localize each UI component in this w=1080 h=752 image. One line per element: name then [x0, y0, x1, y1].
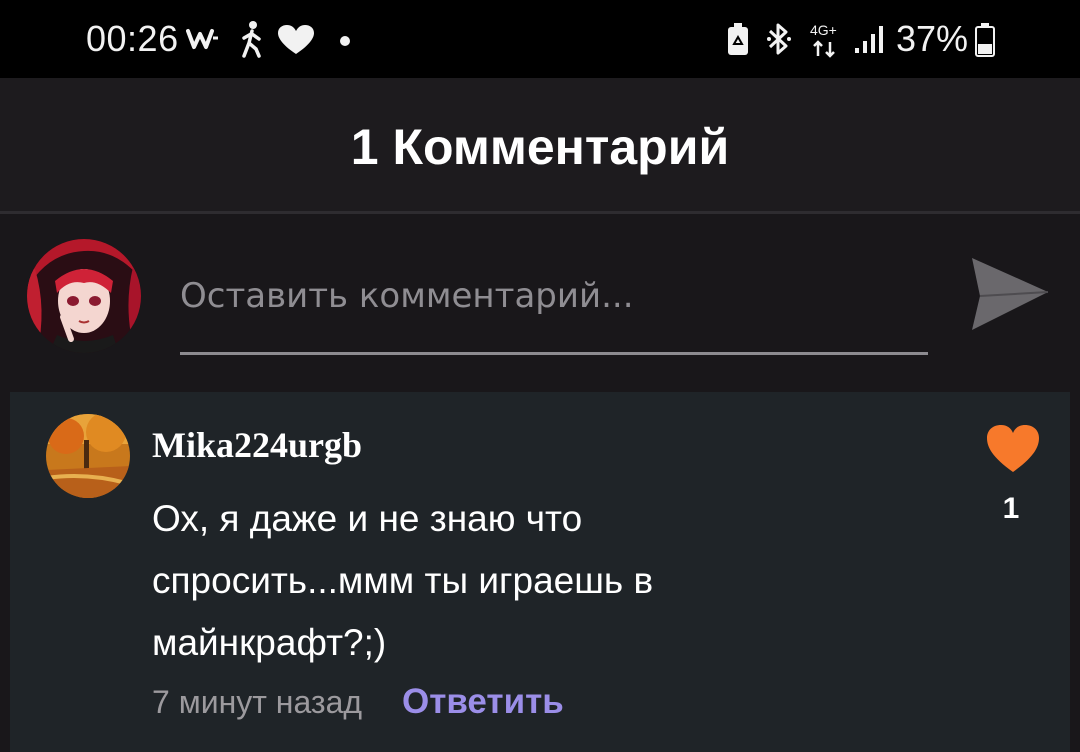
bluetooth-icon [767, 23, 791, 55]
heart-icon [987, 425, 1039, 472]
comment-input[interactable] [180, 266, 928, 326]
comment-text: Ох, я даже и не знаю что спросить...ммм … [152, 498, 654, 663]
dot-icon [340, 36, 350, 46]
status-time: 00:26 [86, 18, 179, 59]
send-icon [972, 258, 1049, 330]
user-avatar-image [27, 239, 141, 353]
input-underline [180, 352, 928, 355]
comment-item: Mika224urgb Ох, я даже и не знаю что спр… [10, 392, 1070, 752]
comments-header: 1 Комментарий [0, 78, 1080, 211]
battery-icon [975, 23, 995, 57]
commenter-avatar-image [46, 414, 130, 498]
send-button[interactable] [966, 254, 1052, 334]
reply-button[interactable]: Ответить [402, 682, 564, 722]
comment-composer [0, 214, 1080, 392]
battery-saver-icon [728, 23, 748, 55]
status-bar: 00:26 4G+ 37% [0, 0, 1080, 78]
network-4g-icon: 4G+ [810, 22, 837, 58]
comment-author[interactable]: Mika224urgb [152, 424, 362, 466]
webtoon-w-icon [186, 29, 218, 49]
avatar [27, 239, 141, 353]
signal-icon [855, 26, 883, 53]
like-button[interactable] [986, 424, 1040, 474]
avatar[interactable] [46, 414, 130, 498]
network-label: 4G+ [810, 22, 837, 38]
comment-timestamp: 7 минут назад [152, 684, 363, 720]
battery-percent: 37% [896, 18, 969, 59]
walking-icon [242, 21, 261, 58]
page-title: 1 Комментарий [350, 119, 730, 175]
like-count: 1 [1002, 492, 1020, 525]
heart-icon [278, 25, 314, 54]
